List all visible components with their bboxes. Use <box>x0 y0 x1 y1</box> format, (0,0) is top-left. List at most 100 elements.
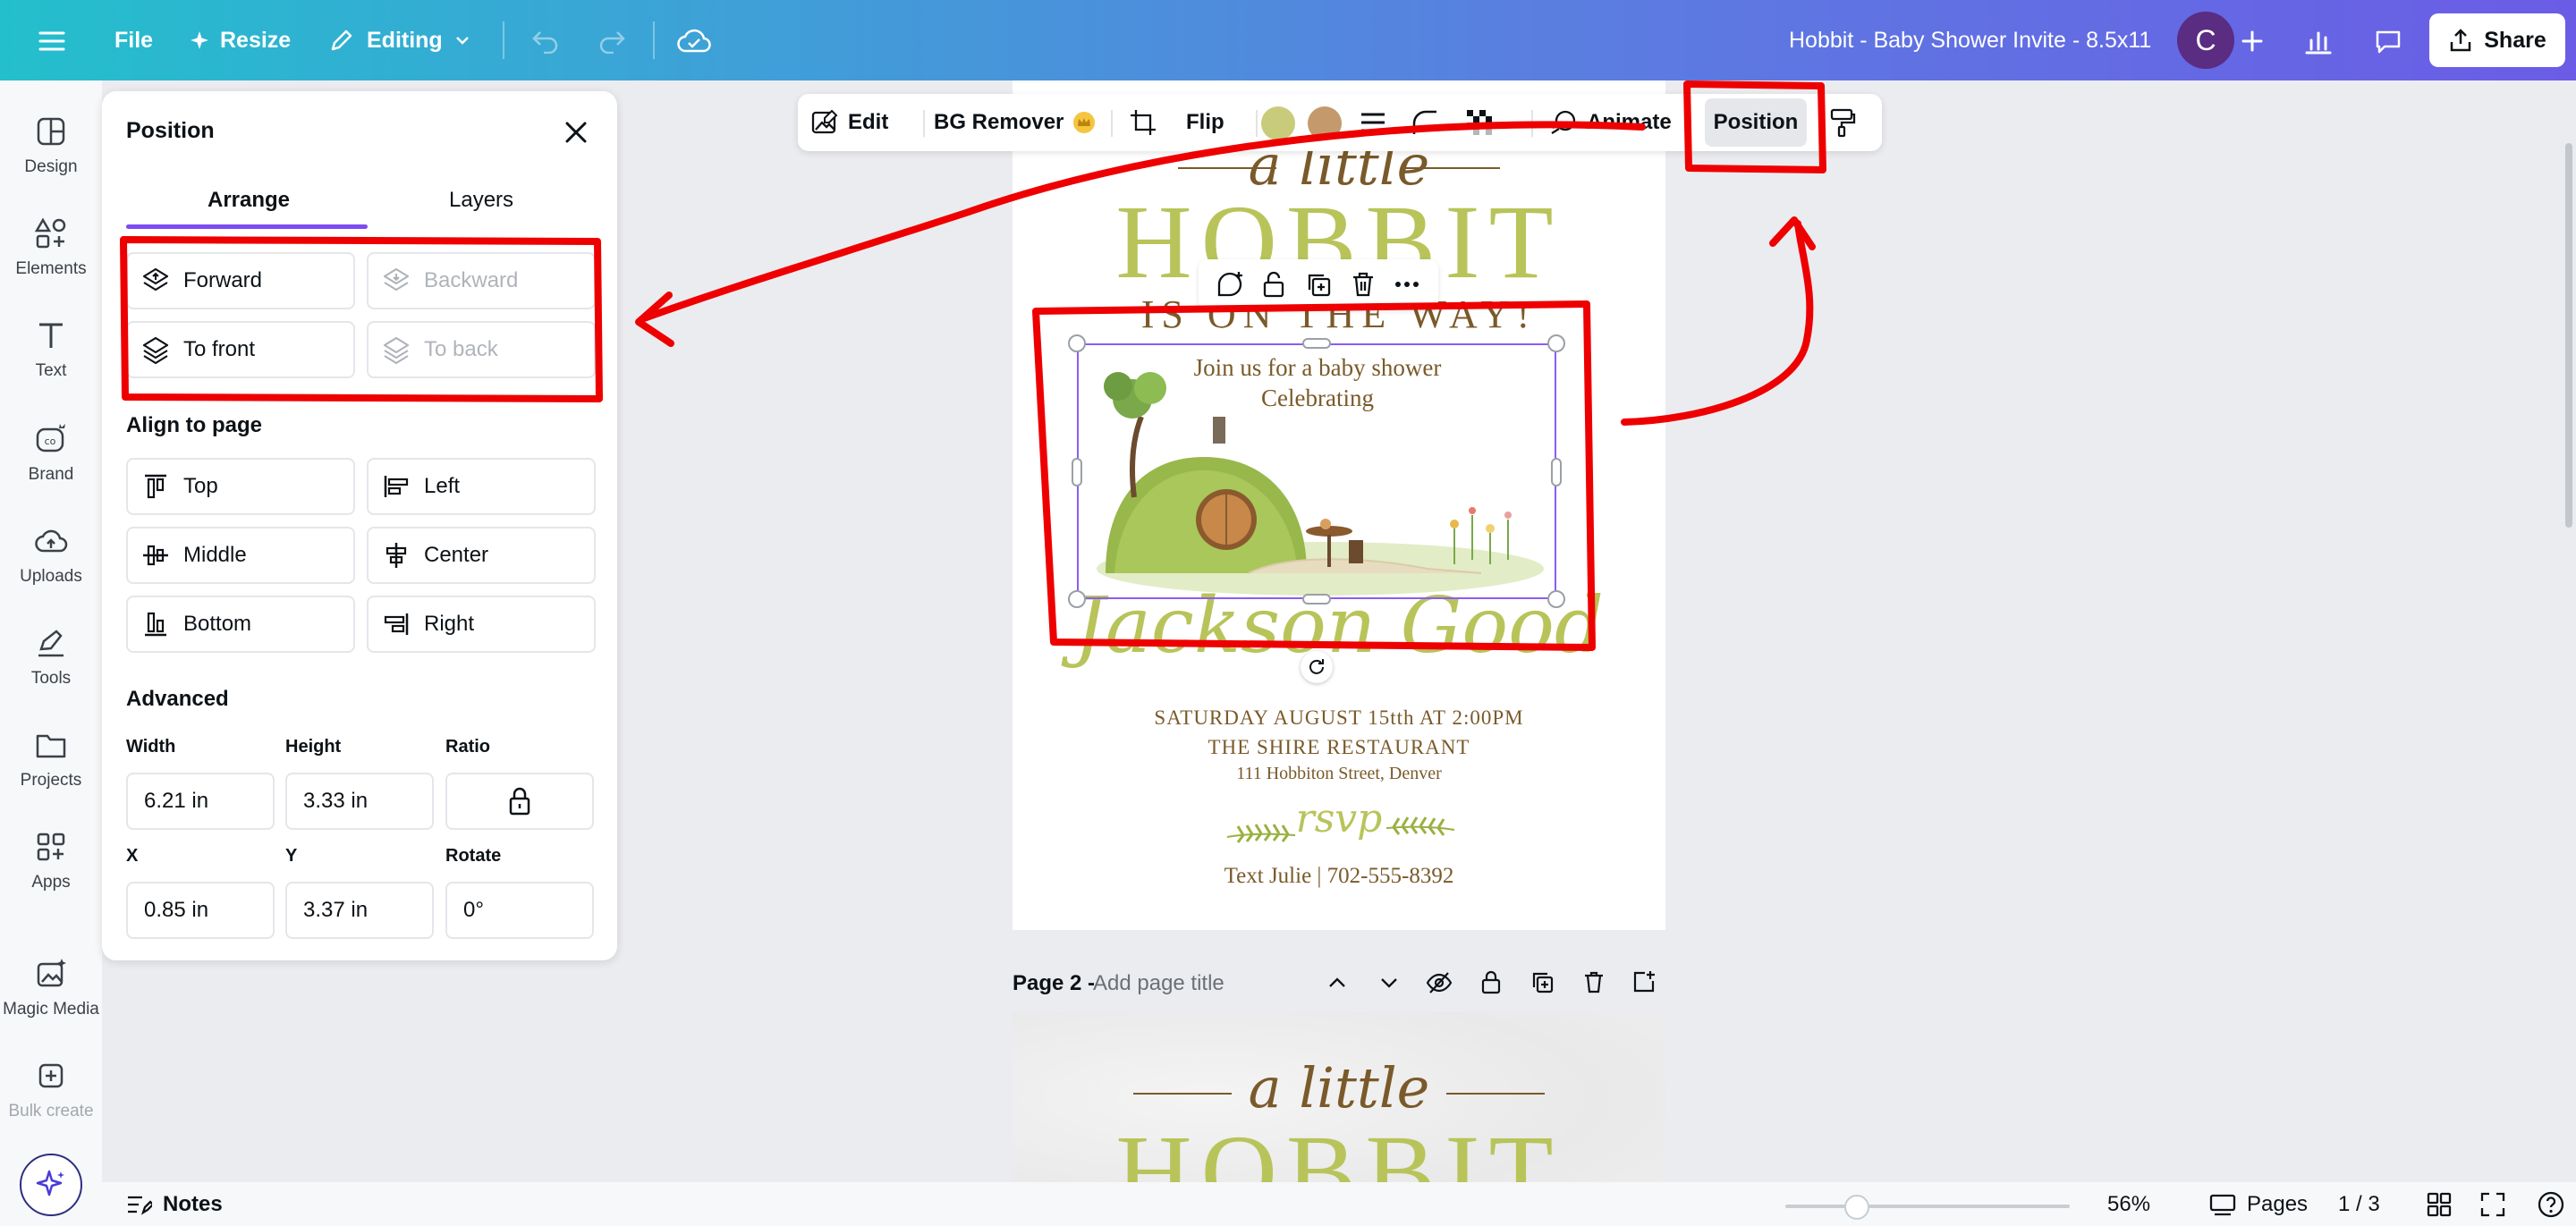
height-input[interactable]: 3.33 in <box>285 773 434 830</box>
insights-chart-icon[interactable] <box>2297 20 2340 63</box>
bg-remover-button[interactable]: BG Remover <box>934 94 1096 151</box>
lock-icon <box>509 787 530 816</box>
delete-page-icon[interactable] <box>1581 969 1606 994</box>
flip-button[interactable]: Flip <box>1186 94 1224 151</box>
align-center-button[interactable]: Center <box>367 527 596 584</box>
to-back-button[interactable]: To back <box>367 321 596 378</box>
align-right-button[interactable]: Right <box>367 596 596 653</box>
duplicate-icon[interactable] <box>1303 269 1334 300</box>
resize-button[interactable]: Resize <box>190 0 291 80</box>
sidebar-item-magic-media[interactable]: Magic Media <box>0 957 102 1019</box>
help-icon[interactable] <box>2537 1190 2565 1219</box>
edit-image-button[interactable]: Edit <box>810 94 888 151</box>
color-swatch-2[interactable] <box>1308 106 1342 140</box>
redo-icon[interactable] <box>590 20 633 63</box>
layer-backward-icon <box>383 267 410 292</box>
backward-button[interactable]: Backward <box>367 252 596 309</box>
avatar[interactable]: C <box>2177 12 2234 69</box>
position-button[interactable]: Position <box>1705 98 1807 147</box>
pages-button[interactable]: Pages <box>2209 1182 2308 1226</box>
undo-icon[interactable] <box>524 20 567 63</box>
zoom-slider-thumb[interactable] <box>1843 1195 1869 1220</box>
menu-icon[interactable] <box>30 20 73 63</box>
close-icon[interactable] <box>560 116 592 148</box>
resize-handle[interactable] <box>1547 590 1565 608</box>
comment-icon[interactable] <box>2367 20 2410 63</box>
svg-text:co: co <box>45 435 56 447</box>
corner-rounding-icon[interactable] <box>1411 94 1438 151</box>
width-input[interactable]: 6.21 in <box>126 773 275 830</box>
notes-button[interactable]: Notes <box>125 1182 223 1226</box>
sidebar-item-bulk-create[interactable]: Bulk create <box>0 1059 102 1121</box>
tab-arrange[interactable]: Arrange <box>208 188 290 213</box>
resize-handle[interactable] <box>1072 458 1082 486</box>
page-counter: 1 / 3 <box>2338 1192 2380 1216</box>
resize-handle[interactable] <box>1068 334 1086 352</box>
align-left-button[interactable]: Left <box>367 458 596 515</box>
copy-style-icon[interactable] <box>1828 94 1857 151</box>
align-bottom-button[interactable]: Bottom <box>126 596 355 653</box>
align-top-button[interactable]: Top <box>126 458 355 515</box>
to-front-button[interactable]: To front <box>126 321 355 378</box>
forward-button[interactable]: Forward <box>126 252 355 309</box>
zoom-slider-track[interactable] <box>1785 1205 2070 1208</box>
add-page-icon[interactable] <box>1631 969 1657 994</box>
brand-icon: co <box>36 424 65 452</box>
sidebar-item-projects[interactable]: Projects <box>0 728 102 791</box>
sidebar-item-design[interactable]: Design <box>0 114 102 177</box>
ratio-lock-button[interactable] <box>445 773 594 830</box>
cloud-saved-icon[interactable] <box>673 20 716 63</box>
comment-add-icon[interactable] <box>1215 269 1245 300</box>
resize-handle[interactable] <box>1302 594 1331 605</box>
align-middle-icon <box>143 545 168 566</box>
lines-menu-icon[interactable] <box>1360 94 1386 151</box>
bottom-bar: Notes 56% Pages 1 / 3 <box>102 1182 2576 1226</box>
design-icon <box>37 117 65 146</box>
add-collaborator-icon[interactable] <box>2231 20 2274 63</box>
trash-icon[interactable] <box>1348 269 1378 300</box>
sidebar-item-uploads[interactable]: Uploads <box>0 524 102 587</box>
page-2-label: Page 2 - <box>1013 971 1096 995</box>
fullscreen-icon[interactable] <box>2479 1191 2506 1218</box>
crop-button[interactable] <box>1129 94 1157 151</box>
transparency-icon[interactable] <box>1465 94 1494 151</box>
magic-assistant-button[interactable] <box>20 1154 82 1216</box>
resize-handle[interactable] <box>1068 590 1086 608</box>
y-input[interactable]: 3.37 in <box>285 882 434 939</box>
more-options-icon[interactable] <box>1392 269 1422 300</box>
animate-button[interactable]: Animate <box>1549 94 1672 151</box>
canvas-scrollbar[interactable] <box>2565 143 2572 528</box>
align-middle-button[interactable]: Middle <box>126 527 355 584</box>
layer-forward-icon <box>142 267 169 292</box>
resize-handle[interactable] <box>1551 458 1562 486</box>
sidebar-item-elements[interactable]: Elements <box>0 216 102 279</box>
selection-box[interactable] <box>1077 343 1556 599</box>
x-input[interactable]: 0.85 in <box>126 882 275 939</box>
duplicate-page-icon[interactable] <box>1530 969 1555 994</box>
color-swatch-1[interactable] <box>1261 106 1295 140</box>
chevron-up-icon[interactable] <box>1326 971 1349 994</box>
tab-layers[interactable]: Layers <box>449 188 513 213</box>
grid-view-icon[interactable] <box>2426 1191 2453 1218</box>
sidebar-item-apps[interactable]: Apps <box>0 830 102 892</box>
page-title-input[interactable]: Add page title <box>1093 971 1224 996</box>
sidebar-item-text[interactable]: Text <box>0 318 102 381</box>
unlock-icon[interactable] <box>1258 269 1289 300</box>
file-menu[interactable]: File <box>114 0 153 80</box>
rotate-input[interactable]: 0° <box>445 882 594 939</box>
share-button[interactable]: Share <box>2429 13 2565 67</box>
document-title[interactable]: Hobbit - Baby Shower Invite - 8.5x11 <box>1789 0 2151 80</box>
zoom-level[interactable]: 56% <box>2107 1192 2150 1217</box>
sidebar-item-tools[interactable]: Tools <box>0 626 102 689</box>
height-label: Height <box>285 737 342 757</box>
resize-handle[interactable] <box>1302 338 1331 349</box>
hide-eye-icon[interactable] <box>1426 971 1453 994</box>
panel-title: Position <box>126 118 215 143</box>
active-tab-indicator <box>126 224 368 229</box>
lock-page-icon[interactable] <box>1479 969 1503 994</box>
rotate-handle[interactable] <box>1301 651 1333 683</box>
editing-mode-button[interactable]: Editing <box>327 0 471 80</box>
chevron-down-icon[interactable] <box>1377 971 1401 994</box>
sidebar-item-brand[interactable]: co Brand <box>0 422 102 485</box>
resize-handle[interactable] <box>1547 334 1565 352</box>
